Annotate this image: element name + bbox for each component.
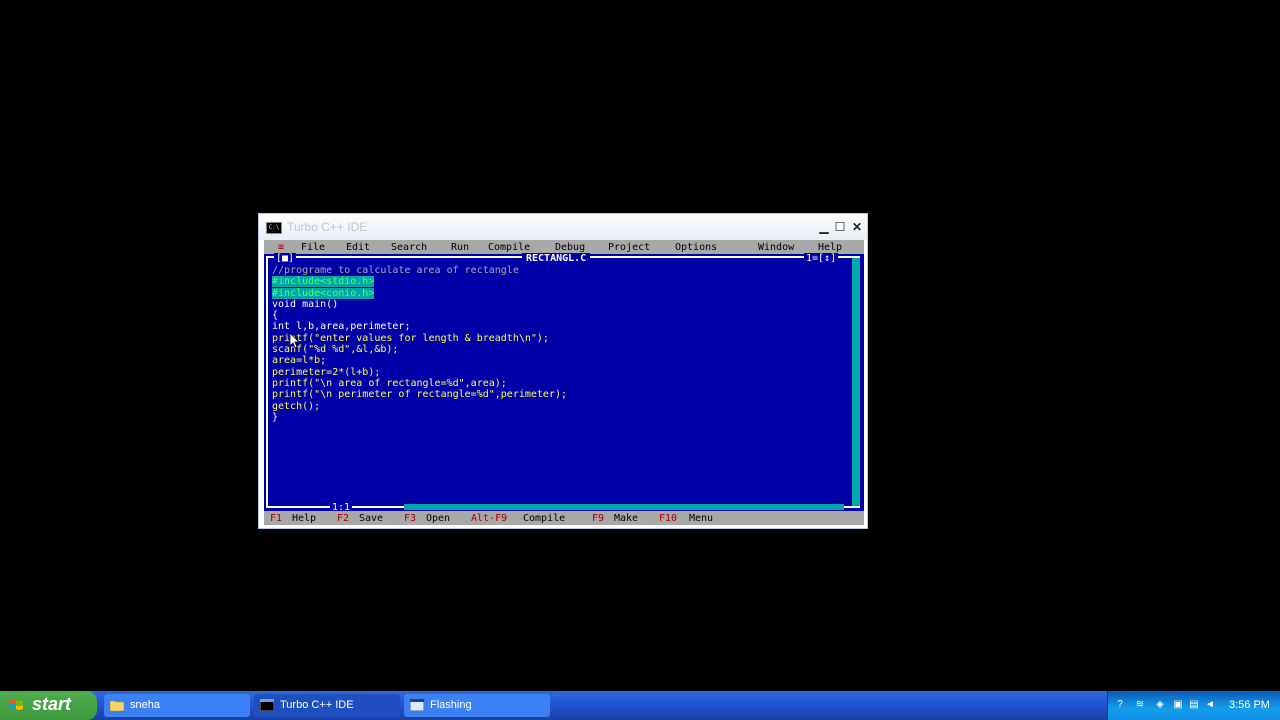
code-line: printf("enter values for length & breadt… (272, 332, 549, 344)
status-action[interactable]: Compile (523, 513, 565, 524)
taskbar-item-sneha[interactable]: sneha (104, 694, 250, 717)
menu-search[interactable]: Search (391, 242, 427, 253)
taskbar-item-label: sneha (130, 699, 160, 711)
console-app-icon[interactable]: C:\ (266, 222, 282, 234)
maximize-button[interactable]: ☐ (833, 220, 847, 234)
help-icon[interactable]: ? (1114, 699, 1126, 711)
taskbar-item-label: Flashing (430, 699, 472, 711)
taskbar-item-turbo-cpp[interactable]: Turbo C++ IDE (254, 694, 400, 717)
code-line: printf("\n area of rectangle=%d",area); (272, 377, 507, 389)
system-menu-icon[interactable]: ≡ (278, 242, 284, 253)
start-label: start (32, 694, 72, 714)
windows-flag-icon (9, 699, 23, 710)
code-line: #include<stdio.h> (272, 276, 375, 288)
editor-filename: RECTANGL.C (522, 253, 591, 265)
volume-icon[interactable]: ◄ (1204, 699, 1216, 711)
menu-options[interactable]: Options (675, 242, 717, 253)
start-button[interactable]: start (0, 691, 97, 720)
taskbar-clock[interactable]: 3:56 PM (1229, 699, 1270, 711)
menu-edit[interactable]: Edit (346, 242, 370, 253)
code-editor[interactable]: //programe to calculate area of rectangl… (272, 265, 852, 423)
wifi-icon[interactable]: ≋ (1134, 699, 1146, 711)
code-line: scanf("%d %d",&l,&b); (272, 344, 399, 356)
folder-icon (110, 700, 124, 711)
code-line: void main() (272, 298, 339, 310)
minimize-button[interactable]: ▁ (817, 220, 831, 234)
ide-menubar: ≡ File Edit Search Run Compile Debug Pro… (264, 240, 864, 254)
code-line: perimeter=2*(l+b); (272, 366, 381, 378)
security-shield-icon[interactable]: ◈ (1154, 699, 1166, 711)
status-key[interactable]: F9 (592, 513, 604, 524)
status-action[interactable]: Save (359, 513, 383, 524)
dos-console[interactable]: ≡ File Edit Search Run Compile Debug Pro… (264, 240, 864, 525)
status-key[interactable]: F2 (337, 513, 349, 524)
network-icon[interactable]: ▣ (1172, 699, 1184, 711)
editor-window-number[interactable]: 1=[↕] (804, 253, 839, 265)
status-action[interactable]: Open (426, 513, 450, 524)
status-key[interactable]: F1 (270, 513, 282, 524)
code-line: #include<conio.h> (272, 287, 375, 299)
menu-file[interactable]: File (301, 242, 325, 253)
network-status-icon[interactable]: ▤ (1188, 699, 1200, 711)
menu-help[interactable]: Help (818, 242, 842, 253)
turbo-cpp-window: C:\ Turbo C++ IDE ▁ ☐ ✕ ≡ File Edit Sear… (258, 213, 868, 529)
close-button[interactable]: ✕ (850, 220, 864, 234)
code-line: { (272, 310, 279, 322)
console-icon (260, 699, 274, 711)
status-action[interactable]: Make (614, 513, 638, 524)
mouse-pointer-icon (290, 333, 300, 349)
taskbar: start sneha Turbo C++ IDE Flashing ? ≋ ◈… (0, 691, 1280, 720)
vertical-scrollbar[interactable] (852, 258, 860, 506)
ide-statusbar: F1 Help F2 Save F3 Open Alt-F9 Compile F… (264, 511, 864, 525)
menu-run[interactable]: Run (451, 242, 469, 253)
status-key[interactable]: F3 (404, 513, 416, 524)
horizontal-scrollbar[interactable] (404, 504, 844, 510)
status-action[interactable]: Menu (689, 513, 713, 524)
menu-compile[interactable]: Compile (488, 242, 530, 253)
window-titlebar[interactable]: C:\ Turbo C++ IDE ▁ ☐ ✕ (259, 214, 867, 240)
status-key[interactable]: F10 (659, 513, 677, 524)
code-line: } (272, 411, 279, 423)
status-key[interactable]: Alt-F9 (471, 513, 507, 524)
editor-close-box[interactable]: [■] (274, 253, 297, 265)
application-icon (410, 699, 424, 711)
menu-debug[interactable]: Debug (555, 242, 585, 253)
menu-window[interactable]: Window (758, 242, 794, 253)
window-title: Turbo C++ IDE (287, 220, 368, 234)
taskbar-item-flashing[interactable]: Flashing (404, 694, 550, 717)
code-line: area=l*b; (272, 355, 327, 367)
code-line: //programe to calculate area of rectangl… (272, 265, 519, 276)
code-line: printf("\n perimeter of rectangle=%d",pe… (272, 389, 568, 401)
code-line: int l,b,area,perimeter; (272, 321, 411, 333)
taskbar-item-label: Turbo C++ IDE (280, 699, 354, 711)
code-line: getch(); (272, 400, 321, 412)
status-action[interactable]: Help (292, 513, 316, 524)
system-tray: ? ≋ ◈ ▣ ▤ ◄ 3:56 PM (1107, 691, 1280, 720)
menu-project[interactable]: Project (608, 242, 650, 253)
